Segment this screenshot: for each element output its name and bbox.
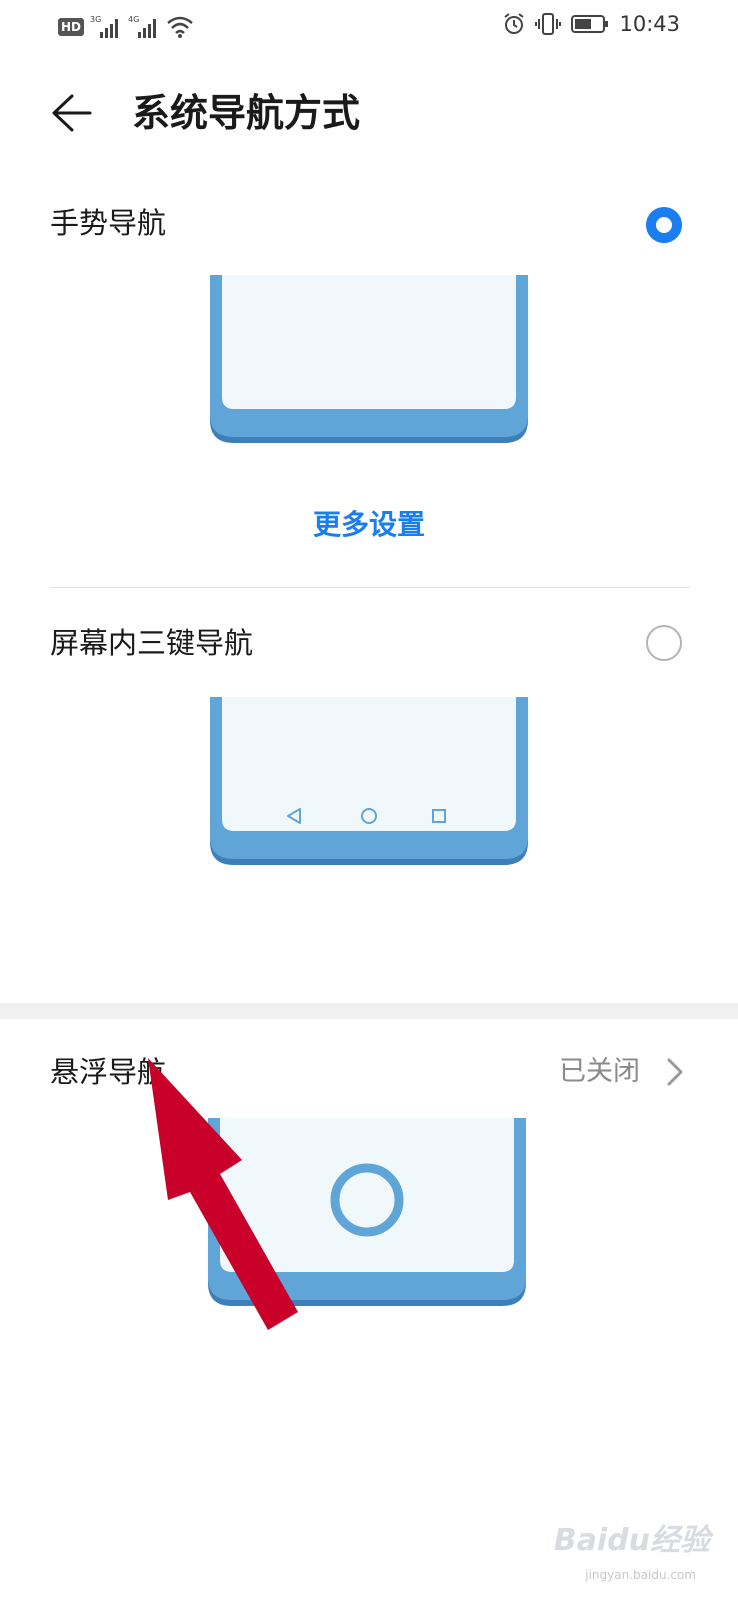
three-key-nav-radio[interactable] (646, 625, 682, 661)
status-right: 10:43 (503, 12, 680, 36)
alarm-icon (504, 13, 525, 34)
signal-3g-icon: 3G (90, 15, 119, 38)
gesture-nav-label: 手势导航 (50, 206, 167, 240)
back-arrow-icon (52, 94, 92, 132)
hd-badge: HD (58, 18, 85, 36)
section-separator (0, 1003, 738, 1019)
three-key-nav-label: 屏幕内三键导航 (50, 626, 254, 660)
divider (50, 587, 690, 588)
back-button[interactable] (46, 90, 100, 136)
gesture-nav-option[interactable]: 手势导航 (0, 195, 738, 465)
more-settings-link[interactable]: 更多设置 (0, 505, 738, 545)
three-key-nav-preview (210, 697, 528, 865)
gesture-nav-preview (210, 275, 528, 443)
status-bar: HD 3G 4G 10:43 (0, 0, 738, 56)
floating-nav-status: 已关闭 (559, 1056, 640, 1087)
page-title: 系统导航方式 (132, 91, 361, 135)
status-left: HD 3G 4G (58, 14, 194, 40)
watermark-url: jingyan.baidu.com (585, 1568, 696, 1582)
chevron-right-icon[interactable] (664, 1056, 686, 1088)
three-key-nav-option[interactable]: 屏幕内三键导航 (0, 617, 738, 877)
clock: 10:43 (619, 12, 680, 36)
battery-icon (571, 15, 609, 33)
wifi-icon (167, 16, 193, 38)
signal-4g-icon: 4G (128, 15, 157, 38)
vibrate-icon (535, 13, 562, 35)
sig2-text: 4G (128, 15, 139, 24)
sig1-text: 3G (90, 15, 101, 24)
baidu-watermark: Baidu经验 (553, 1523, 710, 1558)
annotation-arrow-icon (148, 1058, 298, 1330)
gesture-nav-radio[interactable] (646, 207, 682, 243)
